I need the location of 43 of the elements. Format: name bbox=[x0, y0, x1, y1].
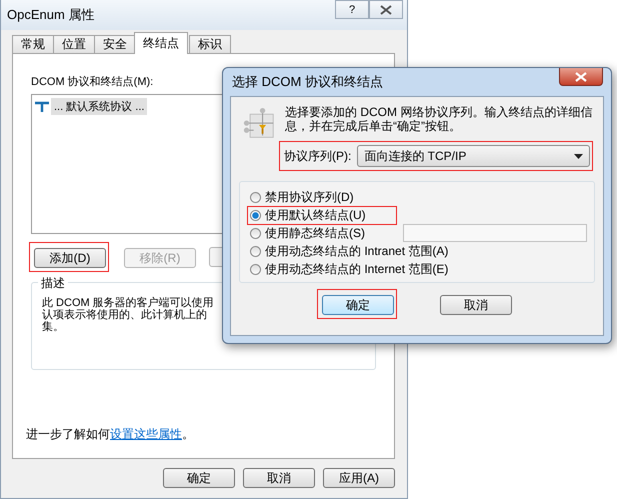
list-item[interactable]: ... 默认系统协议 ... bbox=[51, 98, 148, 115]
protocol-dropdown[interactable]: 面向连接的 TCP/IP bbox=[357, 145, 590, 167]
radio-button[interactable] bbox=[250, 210, 261, 220]
button[interactable]: 取消 bbox=[440, 295, 512, 315]
endpoints-label: DCOM 协议和终结点(M): bbox=[31, 74, 154, 89]
footer-button[interactable]: 应用(A) bbox=[323, 468, 395, 488]
tab[interactable]: 安全 bbox=[94, 35, 136, 53]
help-button[interactable]: ? bbox=[335, 0, 369, 19]
tab[interactable]: 终结点 bbox=[134, 32, 188, 54]
button[interactable]: 添加(D) bbox=[34, 248, 106, 268]
close-icon bbox=[575, 72, 587, 82]
footer-button[interactable]: 取消 bbox=[243, 468, 315, 488]
close-button[interactable] bbox=[369, 0, 403, 19]
radio-button[interactable] bbox=[250, 246, 261, 256]
description-text: 此 DCOM 服务器的客户端可以使用 bbox=[42, 297, 214, 309]
radio-button[interactable] bbox=[250, 228, 261, 238]
close-icon bbox=[380, 4, 392, 14]
instructions-text: 选择要添加的 DCOM 网络协议序列。输入终结点的详细信息，并在完成后单击“确定”按钮。 bbox=[285, 105, 594, 133]
radio-button[interactable] bbox=[250, 264, 261, 274]
footer-button[interactable]: 确定 bbox=[163, 468, 235, 488]
network-icon bbox=[35, 100, 49, 112]
tab[interactable]: 标识 bbox=[189, 35, 231, 53]
window-title: OpcEnum 属性 bbox=[7, 6, 94, 24]
dropdown-arrow-icon bbox=[574, 154, 583, 158]
description-text: 认项表示将使用的、此计算机上的 bbox=[42, 309, 207, 321]
help-text: 进一步了解如何 bbox=[26, 426, 110, 443]
close-button[interactable] bbox=[559, 68, 603, 86]
radio-label[interactable]: 使用动态终结点的 Intranet 范围(A) bbox=[265, 242, 448, 260]
protocol-label: 协议序列(P): bbox=[284, 148, 352, 164]
radio-label[interactable]: 使用默认终结点(U) bbox=[265, 206, 366, 224]
endpoint-field[interactable] bbox=[403, 224, 587, 242]
help-text-end: 。 bbox=[182, 426, 194, 443]
radio-button[interactable] bbox=[250, 192, 261, 202]
button[interactable]: 确定 bbox=[322, 295, 394, 315]
radio-label[interactable]: 使用静态终结点(S) bbox=[265, 224, 365, 242]
description-text: 集。 bbox=[42, 321, 64, 333]
help-link[interactable]: 设置这些属性 bbox=[110, 426, 182, 443]
dialog-title: 选择 DCOM 协议和终结点 bbox=[232, 73, 383, 91]
tab[interactable]: 常规 bbox=[12, 35, 54, 53]
radio-label[interactable]: 禁用协议序列(D) bbox=[265, 188, 354, 206]
tab[interactable]: 位置 bbox=[53, 35, 95, 53]
group-title: 描述 bbox=[38, 275, 68, 292]
radio-label[interactable]: 使用动态终结点的 Internet 范围(E) bbox=[265, 260, 448, 278]
